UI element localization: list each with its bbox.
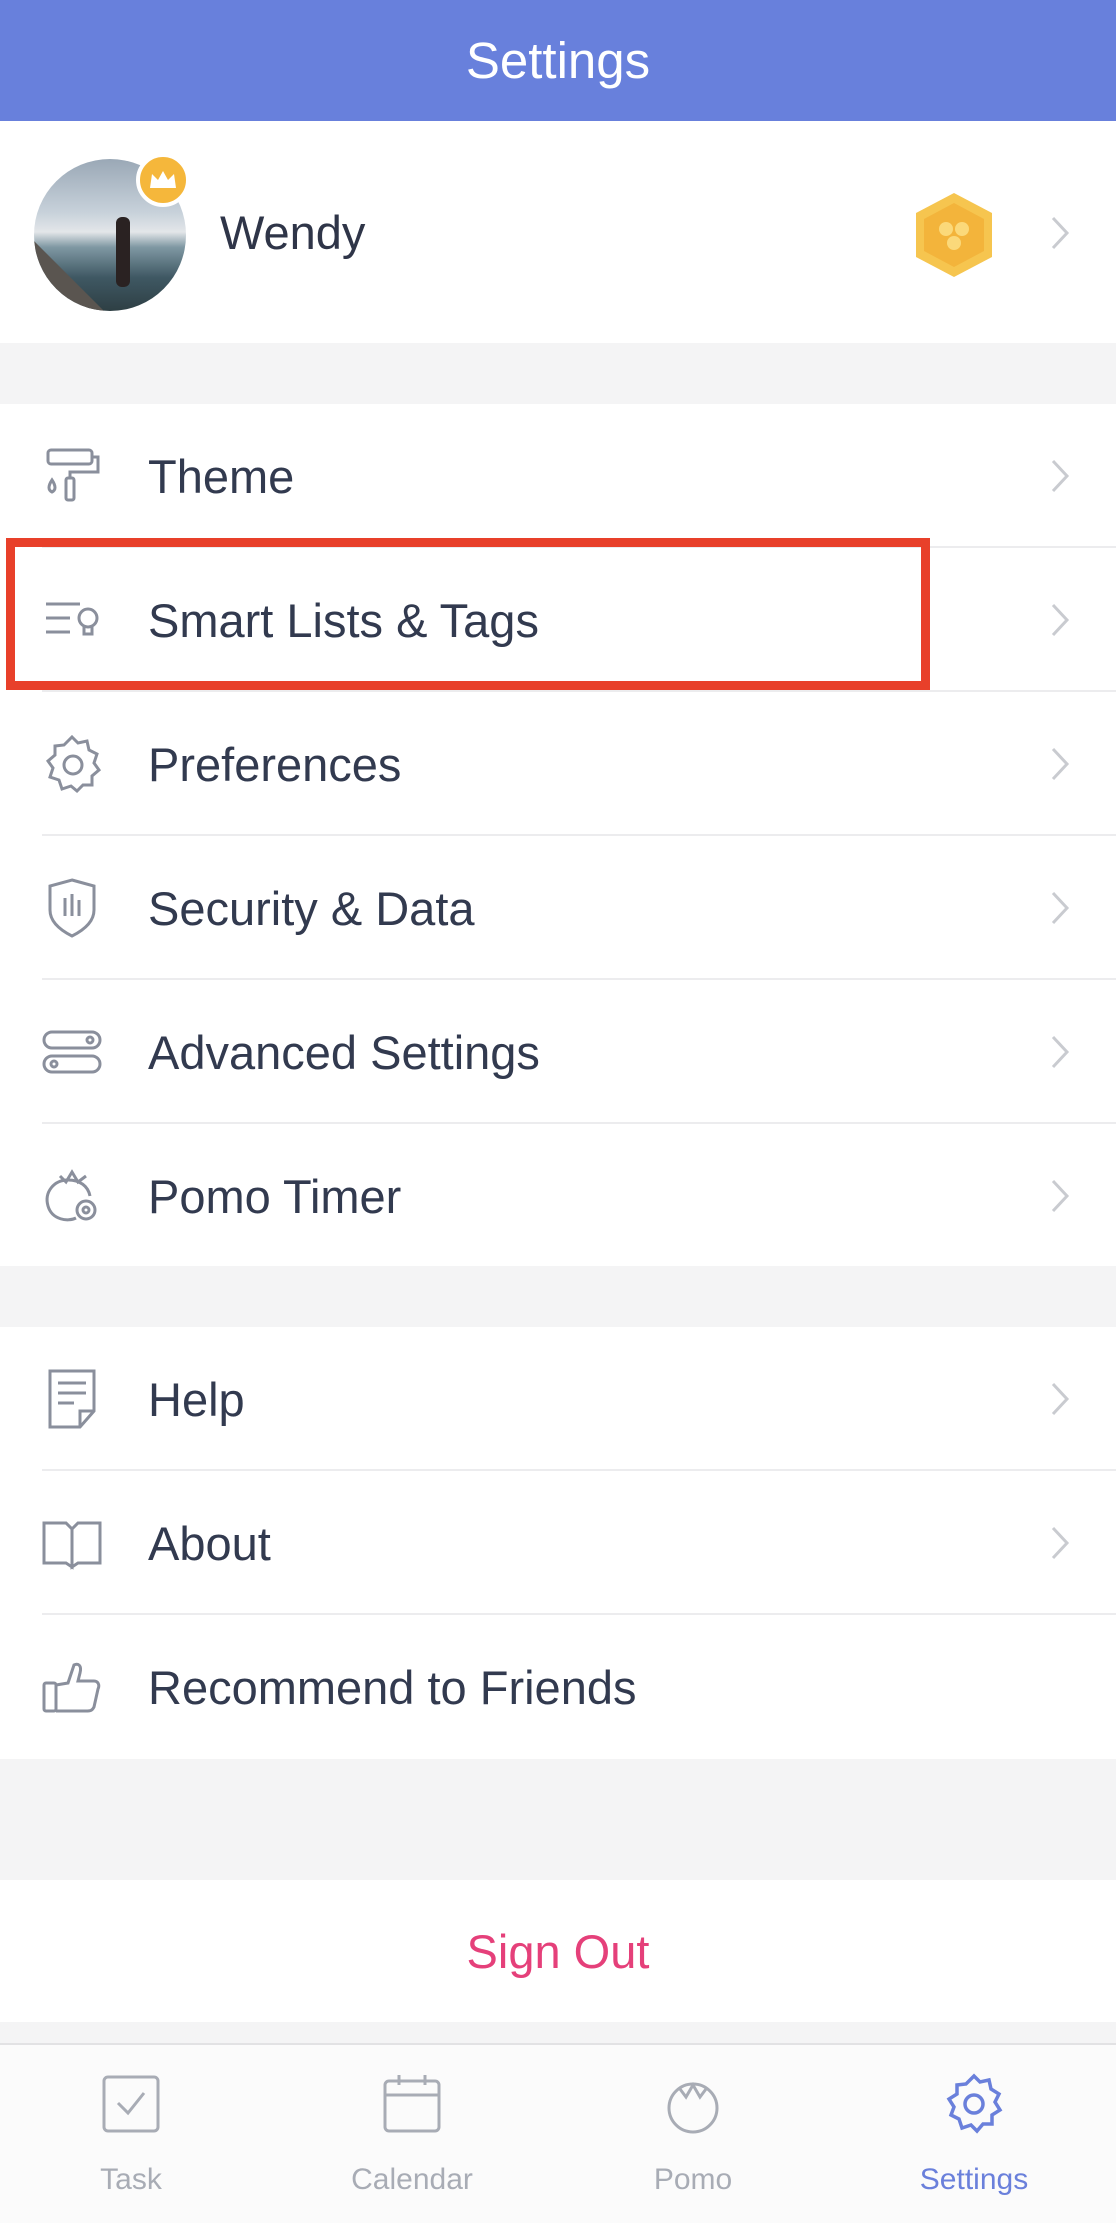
shield-icon <box>48 878 96 938</box>
settings-section-support: Help About Recommend to Friends <box>0 1327 1116 1759</box>
menu-item-label: Preferences <box>148 737 402 791</box>
bottom-tab-bar: Task Calendar Pomo Settings <box>0 2043 1116 2223</box>
menu-item-label: About <box>148 1516 271 1570</box>
thumbs-up-icon <box>42 1662 101 1713</box>
chevron-right-icon <box>1051 1382 1070 1416</box>
gear-icon <box>946 2073 1003 2134</box>
menu-item-label: Recommend to Friends <box>148 1660 637 1714</box>
menu-item-label: Security & Data <box>148 881 475 935</box>
menu-item-label: Advanced Settings <box>148 1025 540 1079</box>
chevron-right-icon <box>1051 1526 1070 1560</box>
menu-item-recommend[interactable]: Recommend to Friends <box>0 1615 1116 1759</box>
chevron-right-icon <box>1051 891 1070 925</box>
chevron-right-icon <box>1051 1179 1070 1213</box>
calendar-icon <box>383 2075 441 2133</box>
tomato-icon <box>667 2082 719 2134</box>
crown-icon <box>136 153 190 207</box>
paint-roller-icon <box>46 448 100 502</box>
chevron-right-icon <box>1051 459 1070 493</box>
menu-item-preferences[interactable]: Preferences <box>0 692 1116 836</box>
highlight-box <box>6 538 930 690</box>
document-icon <box>48 1369 96 1429</box>
tab-label: Pomo <box>653 2163 733 2196</box>
tab-task[interactable]: Task <box>31 2045 231 2223</box>
achievement-badge-icon[interactable] <box>912 191 996 279</box>
book-icon <box>42 1521 102 1570</box>
menu-item-pomo-timer[interactable]: Pomo Timer <box>0 1124 1116 1268</box>
tomato-gear-icon <box>45 1169 97 1222</box>
menu-item-label: Pomo Timer <box>148 1169 402 1223</box>
menu-item-theme[interactable]: Theme <box>0 404 1116 548</box>
sign-out-label: Sign Out <box>466 1924 650 1978</box>
menu-item-security-data[interactable]: Security & Data <box>0 836 1116 980</box>
settings-section-main: Theme Smart Lists & Tags Preferences Sec… <box>0 404 1116 1266</box>
tab-label: Task <box>100 2163 162 2196</box>
menu-item-about[interactable]: About <box>0 1471 1116 1615</box>
tab-calendar[interactable]: Calendar <box>312 2045 512 2223</box>
nav-header: Settings <box>0 0 1116 121</box>
menu-item-help[interactable]: Help <box>0 1327 1116 1471</box>
menu-item-label: Help <box>148 1372 245 1426</box>
chevron-right-icon <box>1051 603 1070 637</box>
tab-pomo[interactable]: Pomo <box>593 2045 793 2223</box>
profile-name: Wendy <box>220 205 366 259</box>
tab-label: Settings <box>919 2163 1029 2196</box>
checkbox-icon <box>102 2075 160 2133</box>
gear-icon <box>45 734 102 794</box>
chevron-right-icon <box>1051 747 1070 781</box>
tab-settings[interactable]: Settings <box>874 2045 1074 2223</box>
toggles-icon <box>42 1030 102 1074</box>
tab-label: Calendar <box>351 2163 473 2196</box>
profile-row[interactable]: Wendy <box>0 121 1116 343</box>
menu-item-advanced-settings[interactable]: Advanced Settings <box>0 980 1116 1124</box>
chevron-right-icon <box>1051 1035 1070 1069</box>
page-title: Settings <box>465 32 651 89</box>
sign-out-button[interactable]: Sign Out <box>0 1880 1116 2022</box>
chevron-right-icon <box>1051 216 1070 250</box>
menu-item-label: Theme <box>148 449 295 503</box>
